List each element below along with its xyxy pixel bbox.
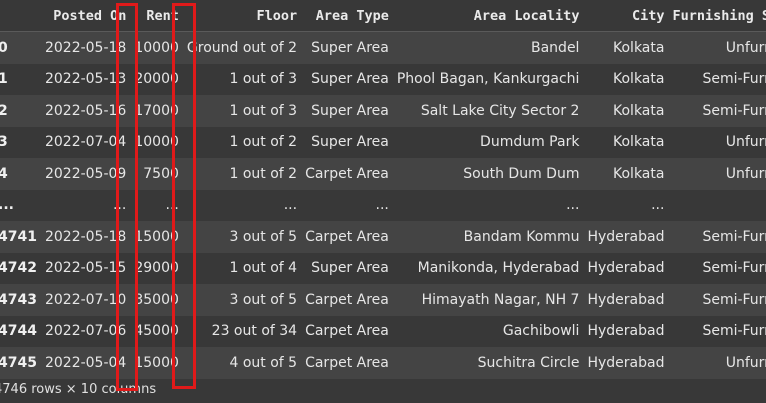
row-index: 4 (0, 165, 8, 182)
table-row: 3 2022-07-04 10000 1 out of 2 Super Area Dumd… (0, 126, 766, 158)
cell-floor: 1 out of 3 (229, 71, 298, 88)
cell-furnishing: Unfurnished (725, 39, 766, 56)
table-header-row: Posted On Rent Floor Area Type Area Loca… (0, 0, 766, 32)
cell-locality: South Dum Dum (463, 165, 580, 182)
cell-locality: Bandel (531, 39, 580, 56)
cell-locality: Phool Bagan, Kankurgachi (396, 71, 580, 88)
cell-locality: Himayath Nagar, NH 7 (421, 291, 580, 308)
cell-floor: 4 out of 5 (229, 354, 298, 371)
highlight-box-rent (172, 3, 196, 389)
row-index: 2 (0, 102, 8, 119)
cell-locality: Suchitra Circle (477, 354, 580, 371)
column-header-city: City (583, 0, 669, 32)
cell-locality: Bandam Kommu (463, 228, 580, 245)
cell-furnishing: Semi-Furnished (702, 260, 766, 277)
cell-furnishing: Unfurnished (725, 134, 766, 151)
cell-area-type: Carpet Area (305, 291, 389, 308)
cell-locality: Gachibowli (502, 323, 580, 340)
cell-area-type: Carpet Area (305, 228, 389, 245)
cell-area-type: Super Area (311, 134, 389, 151)
table-row: ........................ (0, 189, 766, 222)
cell-area-type: Carpet Area (305, 165, 389, 182)
table-row: 2 2022-05-16 17000 1 out of 3 Super Area Salt… (0, 95, 766, 127)
row-index: 4741 (0, 228, 37, 245)
column-header-index (0, 0, 41, 32)
table-row: 4745 2022-05-04 15000 4 out of 5 Carpet Area… (0, 347, 766, 379)
dataframe-table: Posted On Rent Floor Area Type Area Loca… (0, 0, 766, 379)
cell-area-type: Super Area (311, 260, 389, 277)
cell-city: Kolkata (613, 71, 665, 88)
cell-locality: Dumdum Park (480, 134, 580, 151)
cell-furnishing: Unfurnished (725, 165, 766, 182)
table-row: 4742 2022-05-15 29000 1 out of 4 Super Area M… (0, 252, 766, 284)
cell-city: Kolkata (613, 165, 665, 182)
cell-city: Kolkata (613, 134, 665, 151)
row-index: 4743 (0, 291, 37, 308)
row-index: 1 (0, 71, 8, 88)
cell-locality: Salt Lake City Sector 2 (420, 102, 580, 119)
row-index: 4742 (0, 260, 37, 277)
cell-city: Hyderabad (587, 228, 665, 245)
cell-furnishing: Unfurnished (725, 354, 766, 371)
cell-furnishing: ... (668, 190, 766, 222)
column-header-area-locality: Area Locality (392, 0, 584, 32)
cell-locality: Manikonda, Hyderabad (417, 260, 580, 277)
cell-floor: 1 out of 3 (229, 102, 298, 119)
cell-area-type: Carpet Area (305, 323, 389, 340)
cell-area-type: Super Area (311, 39, 389, 56)
cell-area-type: Super Area (311, 71, 389, 88)
cell-furnishing: Semi-Furnished (702, 228, 766, 245)
cell-floor: Ground out of 2 (186, 39, 298, 56)
cell-floor: 3 out of 5 (229, 291, 298, 308)
cell-city: Kolkata (613, 102, 665, 119)
cell-furnishing: Semi-Furnished (702, 291, 766, 308)
table-row: 4744 2022-07-06 45000 23 out of 34 Carpet Ar… (0, 315, 766, 347)
cell-locality: ... (566, 197, 580, 214)
cell-city: Hyderabad (587, 291, 665, 308)
row-index: 4744 (0, 323, 37, 340)
column-header-furnishing-status: Furnishing Status (668, 0, 766, 32)
column-header-area-type: Area Type (301, 0, 393, 32)
cell-furnishing: Semi-Furnished (702, 102, 766, 119)
table-row: 02022-05-1810000Ground out of 2Super Are… (0, 31, 766, 64)
cell-floor: 23 out of 34 (211, 323, 298, 340)
table-row: 4743 2022-07-10 35000 3 out of 5 Carpet Area… (0, 284, 766, 316)
row-index: 4745 (0, 354, 37, 371)
cell-city: ... (651, 197, 665, 214)
table-row: 4 2022-05-09 7500 1 out of 2 Carpet Area Sout… (0, 158, 766, 190)
row-index: 3 (0, 134, 8, 151)
table-body: 02022-05-1810000Ground out of 2Super Are… (0, 31, 766, 379)
cell-floor: 3 out of 5 (229, 228, 298, 245)
cell-furnishing: Semi-Furnished (702, 323, 766, 340)
cell-floor: 1 out of 2 (229, 134, 298, 151)
cell-floor: 1 out of 2 (229, 165, 298, 182)
dataframe-output: Posted On Rent Floor Area Type Area Loca… (0, 0, 766, 403)
row-index: 0 (0, 32, 41, 64)
column-header-floor: Floor (182, 0, 302, 32)
cell-floor: 1 out of 4 (229, 260, 298, 277)
cell-area-type: ... (375, 197, 389, 214)
table-row: 4741 2022-05-18 15000 3 out of 5 Carpet Area… (0, 221, 766, 253)
cell-city: Hyderabad (587, 354, 665, 371)
cell-area-type: Super Area (311, 102, 389, 119)
highlight-box-posted-on (116, 3, 138, 391)
table-row: 1 2022-05-13 20000 1 out of 3 Super Area Phoo… (0, 63, 766, 95)
cell-floor: ... (283, 197, 298, 214)
cell-furnishing: Semi-Furnished (702, 71, 766, 88)
cell-city: Kolkata (613, 39, 665, 56)
cell-city: Hyderabad (587, 323, 665, 340)
row-index: ... (0, 197, 14, 214)
cell-city: Hyderabad (587, 260, 665, 277)
cell-area-type: Carpet Area (305, 354, 389, 371)
